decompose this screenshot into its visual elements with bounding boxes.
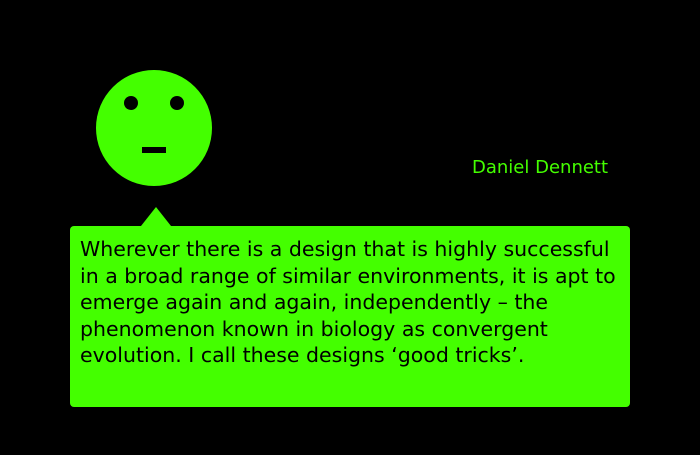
neutral-face-icon [96, 70, 212, 186]
speech-bubble-pointer [141, 207, 171, 226]
speech-bubble: Wherever there is a design that is highl… [70, 226, 630, 407]
speaker-name: Daniel Dennett [472, 157, 609, 178]
left-eye [124, 96, 138, 110]
mouth [142, 147, 166, 153]
quote-text: Wherever there is a design that is highl… [80, 237, 616, 367]
right-eye [170, 96, 184, 110]
